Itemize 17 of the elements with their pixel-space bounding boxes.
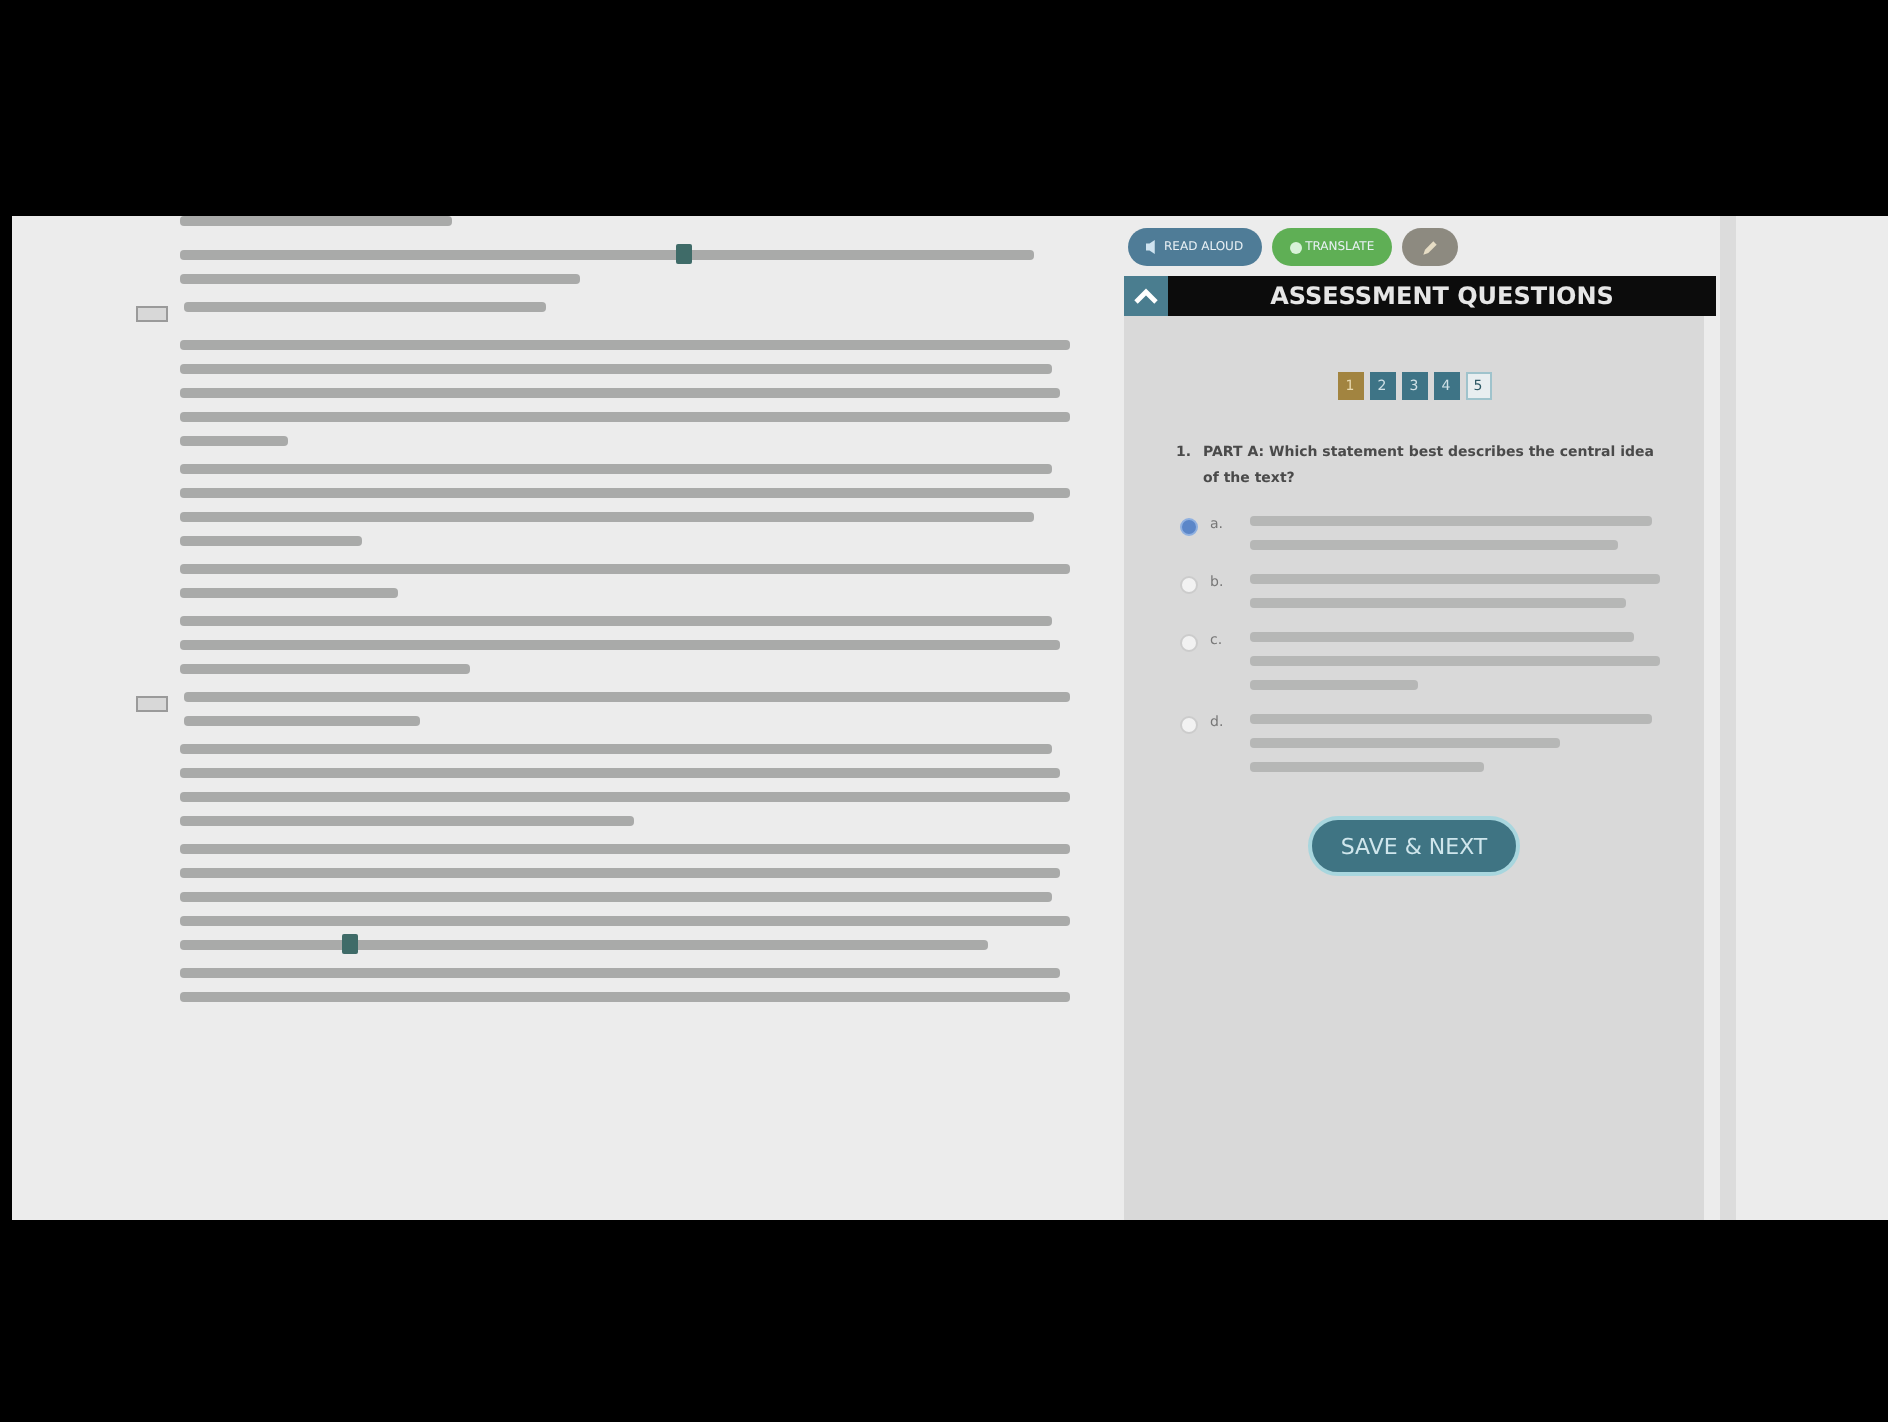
paragraph-number-tag: [136, 306, 168, 322]
collapse-button[interactable]: [1124, 276, 1168, 316]
speaker-icon: [1146, 240, 1160, 254]
radio-button[interactable]: [1180, 634, 1198, 652]
annotate-button[interactable]: [1402, 228, 1459, 266]
radio-button[interactable]: [1180, 576, 1198, 594]
save-next-button[interactable]: SAVE & NEXT: [1308, 816, 1520, 876]
blurred-text-line: [180, 436, 289, 446]
radio-button[interactable]: [1180, 518, 1198, 536]
chevron-up-icon: [1134, 288, 1158, 304]
scrollbar[interactable]: [1720, 216, 1736, 1220]
radio-button[interactable]: [1180, 716, 1198, 734]
note-icon[interactable]: [341, 934, 358, 954]
note-icon[interactable]: [675, 244, 691, 264]
panel-title: ASSESSMENT QUESTIONS: [1168, 276, 1716, 316]
pencil-icon: [1420, 235, 1441, 259]
paragraph-number-tag: [136, 696, 168, 712]
